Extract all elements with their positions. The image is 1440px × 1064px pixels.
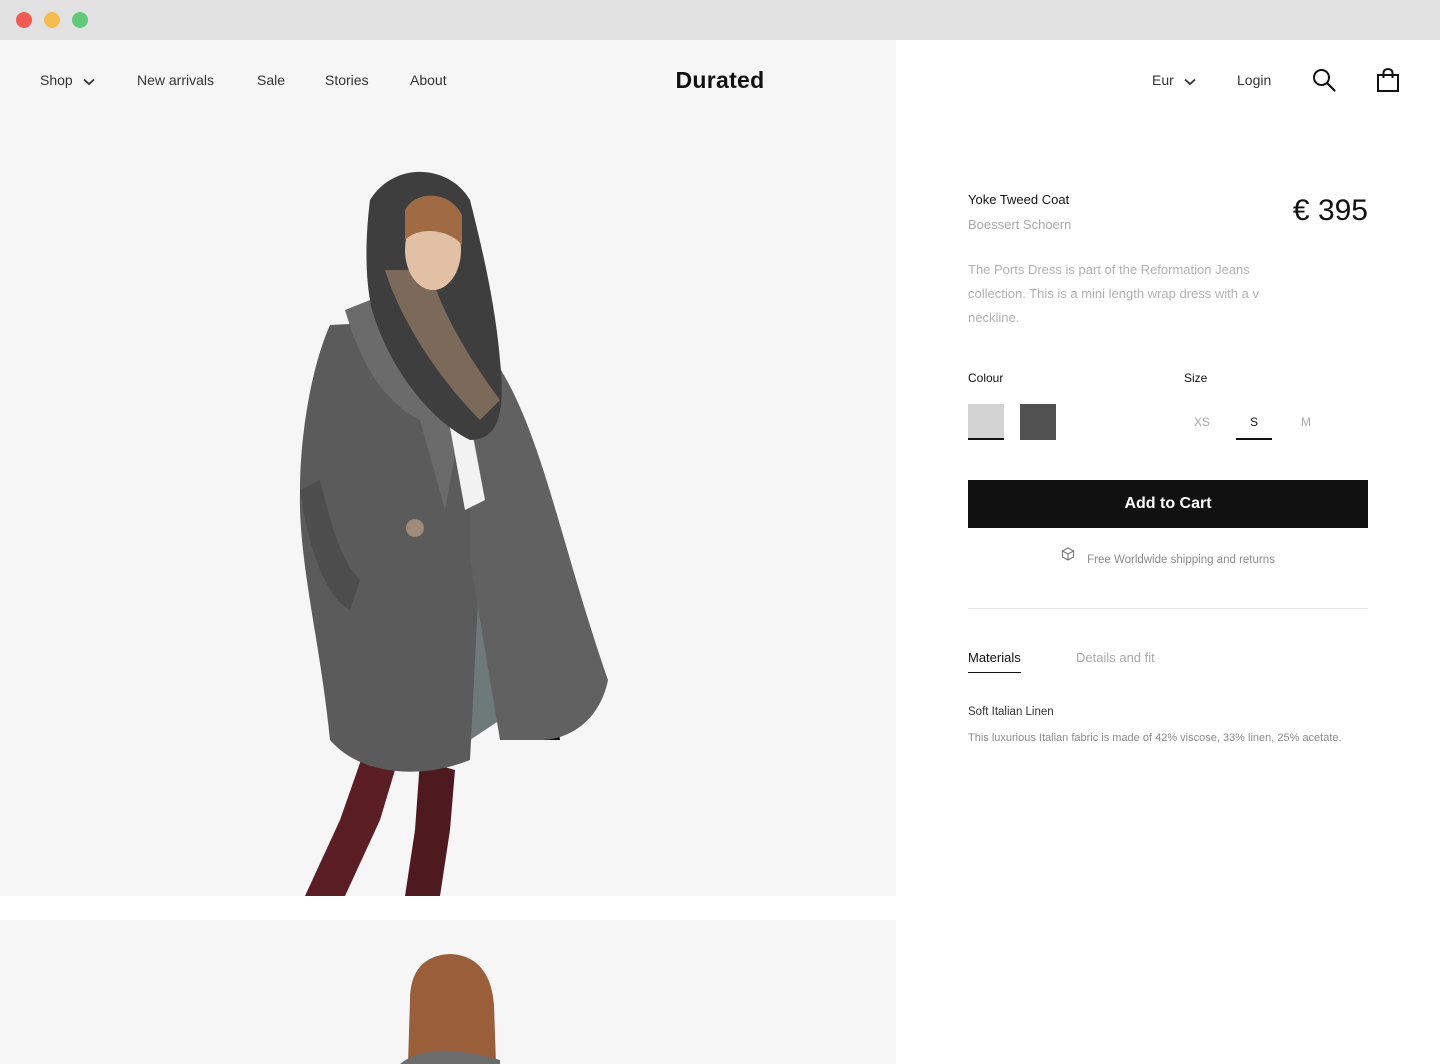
materials-description: This luxurious Italian fabric is made of… xyxy=(968,732,1342,744)
model-photo-front xyxy=(299,171,608,896)
section-divider xyxy=(968,608,1368,609)
currency-selector[interactable]: Eur xyxy=(1152,40,1196,120)
currency-label: Eur xyxy=(1152,72,1174,88)
materials-title: Soft Italian Linen xyxy=(968,706,1054,718)
product-image-main[interactable] xyxy=(0,40,896,896)
nav-shop-label: Shop xyxy=(40,72,73,88)
product-price: € 395 xyxy=(1292,194,1368,227)
nav-about[interactable]: About xyxy=(410,40,447,120)
model-photo-back xyxy=(400,954,500,1064)
nav-stories[interactable]: Stories xyxy=(325,40,369,120)
product-image-secondary[interactable] xyxy=(0,920,896,1064)
size-option-s[interactable]: S xyxy=(1236,404,1272,440)
package-icon xyxy=(1061,546,1075,570)
tab-details-and-fit[interactable]: Details and fit xyxy=(1076,650,1155,674)
chevron-down-icon xyxy=(1184,41,1196,121)
nav-new-arrivals[interactable]: New arrivals xyxy=(137,40,214,120)
window-titlebar xyxy=(0,0,1440,40)
size-label: Size xyxy=(1184,371,1208,385)
add-to-cart-button[interactable]: Add to Cart xyxy=(968,480,1368,528)
colour-swatch-dark-grey[interactable] xyxy=(1020,404,1056,440)
top-navigation: Shop New arrivals Sale Stories About Dur… xyxy=(0,40,1440,120)
minimize-window-button[interactable] xyxy=(44,12,60,28)
search-icon[interactable] xyxy=(1312,68,1336,92)
shipping-note-text: Free Worldwide shipping and returns xyxy=(1087,554,1275,566)
nav-shop[interactable]: Shop xyxy=(40,40,95,120)
tab-materials[interactable]: Materials xyxy=(968,650,1021,674)
shipping-note: Free Worldwide shipping and returns xyxy=(968,546,1368,572)
close-window-button[interactable] xyxy=(16,12,32,28)
colour-label: Colour xyxy=(968,371,1004,385)
shopping-bag-icon[interactable] xyxy=(1376,67,1400,92)
nav-sale[interactable]: Sale xyxy=(257,40,285,120)
product-brand[interactable]: Boessert Schoern xyxy=(968,217,1071,232)
chevron-down-icon xyxy=(83,41,95,121)
colour-swatch-light-grey[interactable] xyxy=(968,404,1004,440)
maximize-window-button[interactable] xyxy=(72,12,88,28)
brand-logo[interactable]: Durated xyxy=(620,40,820,120)
size-option-xs[interactable]: XS xyxy=(1184,404,1220,440)
size-option-m[interactable]: M xyxy=(1288,404,1324,440)
product-name: Yoke Tweed Coat xyxy=(968,192,1070,207)
login-link[interactable]: Login xyxy=(1237,40,1271,120)
product-description: The Ports Dress is part of the Reformati… xyxy=(968,262,1259,325)
